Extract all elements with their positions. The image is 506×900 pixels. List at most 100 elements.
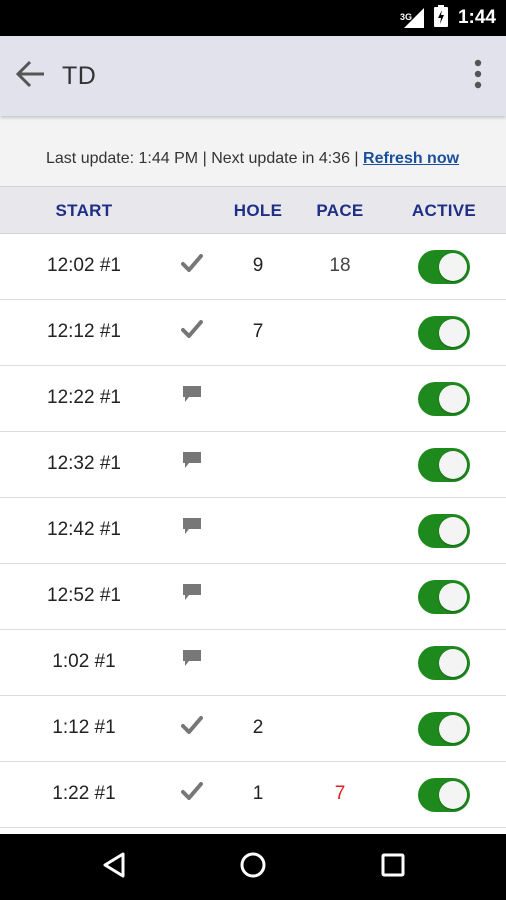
hole-value	[228, 498, 288, 563]
check-icon	[181, 697, 203, 761]
status-indicator	[170, 366, 214, 431]
refresh-now-link[interactable]: Refresh now	[363, 150, 459, 167]
pace-value	[310, 696, 370, 761]
table-header: START HOLE PACE ACTIVE	[0, 186, 506, 234]
page-title: TD	[62, 62, 97, 90]
active-toggle[interactable]	[418, 315, 470, 350]
active-toggle[interactable]	[418, 645, 470, 680]
pace-value	[310, 432, 370, 497]
toggle-knob	[439, 318, 467, 347]
status-indicator	[170, 696, 214, 761]
start-time: 12:12 #1	[47, 321, 121, 342]
toggle-knob	[439, 582, 467, 611]
hole-value	[228, 366, 288, 431]
update-bar: Last update: 1:44 PM | Next update in 4:…	[0, 116, 506, 186]
status-indicator	[170, 564, 214, 629]
table-row[interactable]: 12:32 #1	[0, 432, 506, 498]
back-button[interactable]	[10, 56, 50, 96]
table-row[interactable]: 1:02 #1	[0, 630, 506, 696]
status-indicator	[170, 300, 214, 365]
column-header-active[interactable]: ACTIVE	[400, 187, 488, 235]
active-toggle[interactable]	[418, 249, 470, 284]
back-arrow-icon	[13, 57, 47, 96]
start-time: 1:12 #1	[52, 717, 116, 738]
column-header-start[interactable]: START	[14, 187, 154, 235]
hole-value: 2	[252, 717, 264, 738]
hole-value	[228, 630, 288, 695]
table-row[interactable]: 12:52 #1	[0, 564, 506, 630]
last-update-label: Last update:	[46, 150, 135, 167]
active-toggle[interactable]	[418, 513, 470, 548]
status-indicator	[170, 630, 214, 695]
table-row[interactable]: 12:22 #1	[0, 366, 506, 432]
active-cell	[408, 234, 480, 299]
pace-value	[310, 300, 370, 365]
start-time: 12:42 #1	[47, 519, 121, 540]
column-header-pace[interactable]: PACE	[306, 187, 374, 235]
status-time: 1:44	[457, 7, 496, 28]
start-time: 12:52 #1	[47, 585, 121, 606]
status-bar: 3G 1:44	[0, 0, 506, 36]
toggle-knob	[439, 648, 467, 677]
app-bar: TD	[0, 36, 506, 116]
pace-value	[310, 630, 370, 695]
toggle-knob	[439, 384, 467, 413]
hole-value	[228, 432, 288, 497]
pace-value: 7	[334, 783, 346, 804]
next-update-label: Next update in	[211, 150, 315, 167]
nav-back-button[interactable]	[94, 847, 134, 887]
message-icon	[181, 499, 203, 563]
overflow-menu-button[interactable]	[466, 56, 490, 96]
toggle-knob	[439, 450, 467, 479]
hole-value: 9	[252, 255, 264, 276]
pace-value: 18	[329, 255, 351, 276]
last-update-time: 1:44 PM	[138, 150, 199, 167]
message-icon	[181, 565, 203, 629]
column-header-hole[interactable]: HOLE	[228, 187, 288, 235]
pace-value	[310, 366, 370, 431]
check-icon	[181, 235, 203, 299]
active-cell	[408, 630, 480, 695]
status-indicator	[170, 762, 214, 827]
status-indicator	[170, 432, 214, 497]
table-row[interactable]: 1:12 #1 2	[0, 696, 506, 762]
active-toggle[interactable]	[418, 579, 470, 614]
table-row[interactable]: 12:02 #1 9 18	[0, 234, 506, 300]
overflow-menu-icon	[474, 59, 482, 94]
active-cell	[408, 564, 480, 629]
active-toggle[interactable]	[418, 447, 470, 482]
active-cell	[408, 696, 480, 761]
signal-icon: 3G	[400, 7, 426, 29]
check-icon	[181, 763, 203, 827]
status-indicator	[170, 234, 214, 299]
separator: |	[354, 150, 359, 167]
toggle-knob	[439, 252, 467, 281]
toggle-knob	[439, 780, 467, 809]
active-cell	[408, 432, 480, 497]
back-triangle-icon	[101, 851, 127, 884]
active-cell	[408, 762, 480, 827]
active-toggle[interactable]	[418, 711, 470, 746]
nav-recents-button[interactable]	[373, 847, 413, 887]
table-row[interactable]: 12:42 #1	[0, 498, 506, 564]
hole-value: 1	[252, 783, 264, 804]
table-row[interactable]: 12:12 #1 7	[0, 300, 506, 366]
tee-time-list: 12:02 #1 9 18 12:12 #1 7 12:22 #1 12:32 #1 12:4…	[0, 234, 506, 828]
start-time: 12:22 #1	[47, 387, 121, 408]
screen: 3G 1:44 TD Last update: 1:44 PM | Next u…	[0, 0, 506, 900]
battery-icon	[433, 4, 448, 32]
start-time: 12:32 #1	[47, 453, 121, 474]
table-row[interactable]: 1:22 #1 1 7	[0, 762, 506, 828]
check-icon	[181, 301, 203, 365]
start-time: 12:02 #1	[47, 255, 121, 276]
status-icons: 3G 1:44	[400, 0, 496, 36]
active-toggle[interactable]	[418, 381, 470, 416]
next-update-countdown: 4:36	[318, 150, 350, 167]
update-status-line: Last update: 1:44 PM | Next update in 4:…	[46, 150, 459, 168]
separator: |	[202, 150, 207, 167]
pace-value	[310, 498, 370, 563]
nav-home-button[interactable]	[233, 847, 273, 887]
active-toggle[interactable]	[418, 777, 470, 812]
status-indicator	[170, 498, 214, 563]
start-time: 1:02 #1	[52, 651, 116, 672]
